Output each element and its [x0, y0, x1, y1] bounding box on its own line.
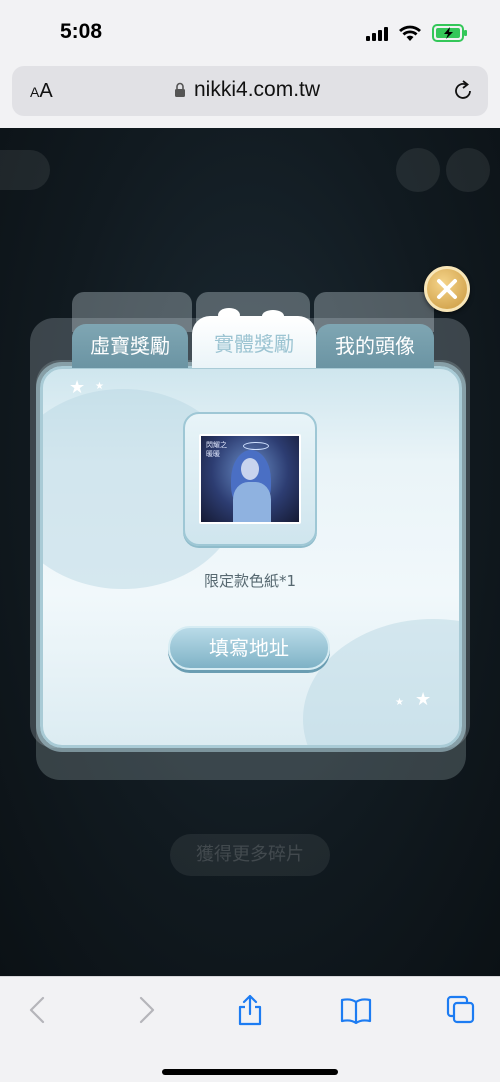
artwork-caption: 閃耀之 暖暖 — [206, 441, 227, 458]
status-time: 5:08 — [60, 20, 103, 43]
reader-settings-button[interactable]: AA — [30, 80, 53, 103]
background-audio-button — [446, 148, 490, 192]
prize-artwork-image: 閃耀之 暖暖 — [199, 434, 301, 524]
background-back-button — [0, 150, 50, 190]
close-icon — [437, 279, 457, 299]
home-indicator — [162, 1069, 338, 1075]
background-more-fragments-button: 獲得更多碎片 — [170, 834, 330, 876]
tab-physical-rewards[interactable]: 實體獎勵 — [192, 316, 316, 368]
status-bar: 5:08 — [0, 0, 500, 64]
browser-address-area: AA nikki4.com.tw — [0, 64, 500, 128]
prize-item-frame: 閃耀之 暖暖 — [183, 412, 317, 546]
share-icon[interactable] — [233, 993, 267, 1027]
close-button[interactable] — [424, 266, 470, 312]
fill-address-button[interactable]: 填寫地址 — [168, 626, 330, 670]
battery-charging-icon — [432, 24, 467, 42]
back-icon[interactable] — [22, 993, 56, 1027]
star-icon: ★ — [395, 697, 404, 708]
tab-virtual-rewards[interactable]: 虛寶獎勵 — [72, 324, 188, 368]
cellular-signal-icon — [366, 27, 388, 41]
star-icon: ★ — [415, 689, 432, 710]
background-circle-button — [396, 148, 440, 192]
tab-my-avatar[interactable]: 我的頭像 — [316, 324, 434, 368]
star-icon: ★ — [95, 381, 104, 392]
tabs-icon[interactable] — [444, 993, 478, 1027]
lock-icon — [175, 82, 185, 97]
forward-icon[interactable] — [128, 993, 162, 1027]
reload-icon[interactable] — [452, 80, 474, 102]
star-icon: ★ — [69, 377, 86, 398]
prize-label: 限定款色紙*1 — [203, 572, 297, 590]
url-text[interactable]: nikki4.com.tw — [194, 78, 320, 102]
address-bar[interactable]: AA nikki4.com.tw — [12, 66, 488, 116]
wifi-icon — [399, 25, 421, 41]
browser-toolbar — [0, 976, 500, 1082]
bookmarks-icon[interactable] — [339, 993, 373, 1027]
